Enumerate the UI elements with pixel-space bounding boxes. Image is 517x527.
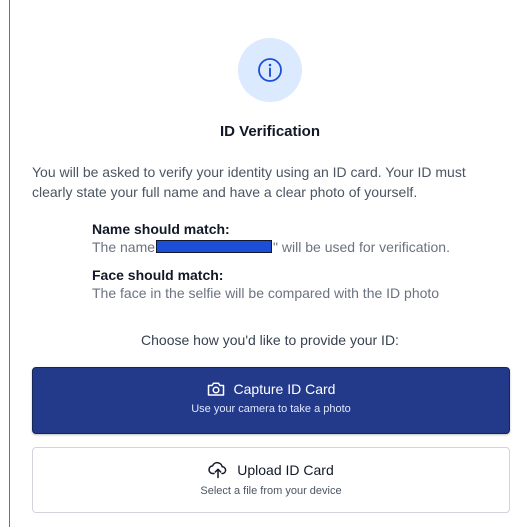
name-requirement-text: The name " will be used for verification. <box>92 238 512 256</box>
upload-id-card-description: Select a file from your device <box>200 485 342 497</box>
redacted-name <box>156 240 273 253</box>
name-text-before: The name <box>92 239 156 255</box>
face-requirement-title: Face should match: <box>92 267 224 283</box>
info-icon <box>257 57 283 83</box>
page-title: ID Verification <box>219 123 321 140</box>
cloud-upload-icon <box>208 461 228 479</box>
upload-id-card-label: Upload ID Card <box>237 462 334 478</box>
name-text-after: " will be used for verification. <box>273 239 450 255</box>
capture-id-card-button[interactable]: Capture ID Card Use your camera to take … <box>32 367 510 434</box>
info-badge <box>238 38 302 102</box>
left-divider <box>9 0 10 527</box>
choose-prompt: Choose how you'd like to provide your ID… <box>141 332 399 348</box>
capture-id-card-label: Capture ID Card <box>233 381 336 397</box>
camera-icon <box>207 381 225 397</box>
name-requirement-title: Name should match: <box>92 221 230 237</box>
intro-text: You will be asked to verify your identit… <box>32 164 466 200</box>
face-requirement: Face should match: The face in the selfi… <box>92 266 512 302</box>
capture-id-card-description: Use your camera to take a photo <box>191 403 351 415</box>
upload-id-card-button[interactable]: Upload ID Card Select a file from your d… <box>32 447 510 513</box>
face-requirement-text: The face in the selfie will be compared … <box>92 285 440 301</box>
name-requirement: Name should match: The name " will be use… <box>92 220 512 256</box>
